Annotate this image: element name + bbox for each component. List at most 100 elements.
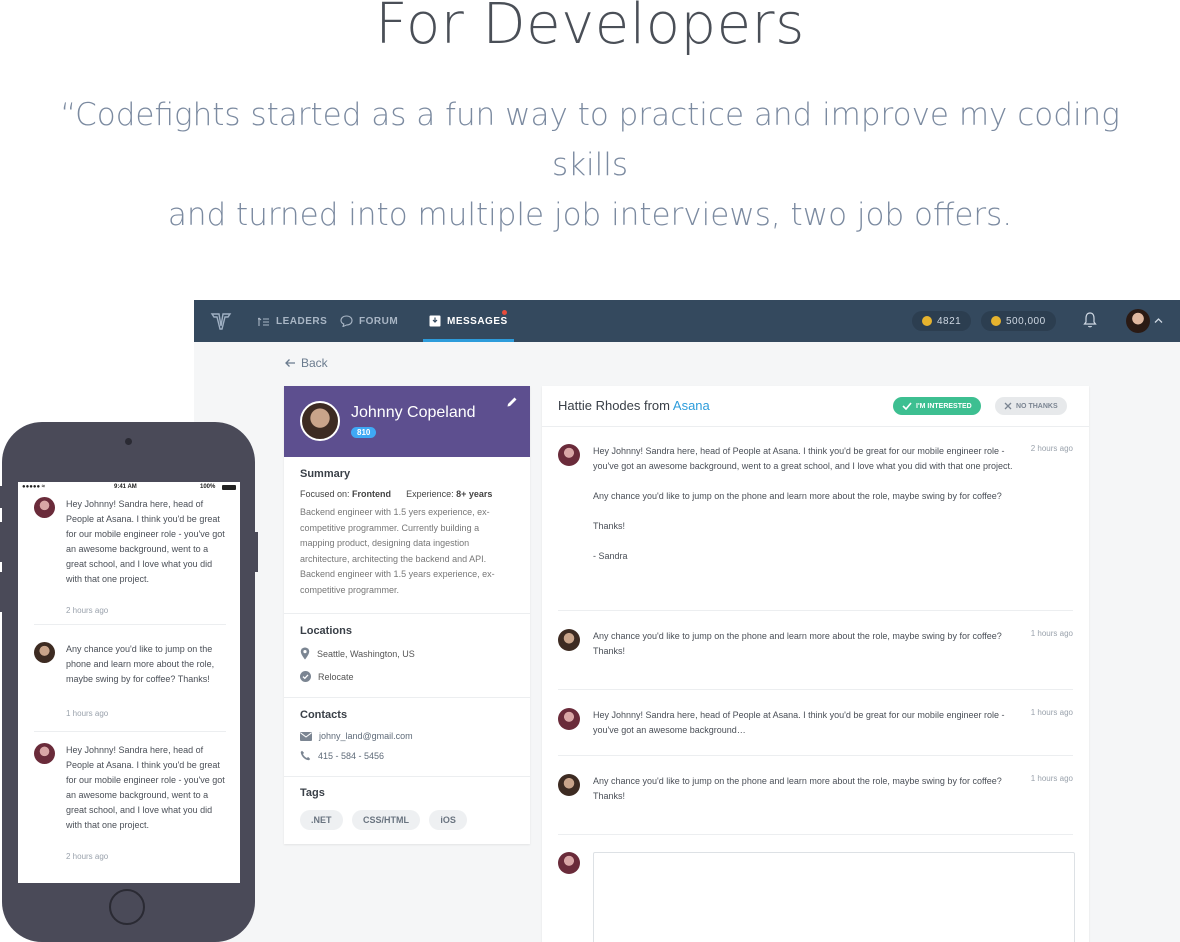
divider — [284, 613, 530, 614]
coins-counter[interactable]: 4821 — [912, 311, 972, 331]
nav-item-messages-label: MESSAGES — [447, 315, 508, 327]
message-text: Any chance you'd like to jump on the pho… — [593, 631, 1002, 656]
sender-company-link[interactable]: Asana — [673, 398, 710, 413]
phone-value[interactable]: 415 - 584 - 5456 — [318, 751, 384, 761]
phone-row[interactable]: 415 - 584 - 5456 — [300, 750, 514, 761]
phone-mockup: ●●●●● ≈ 9:41 AM 100% Hey Johnny! Sandra … — [0, 422, 258, 942]
message-thread-panel: Hattie Rhodes from Asana I'M INTERESTED … — [542, 386, 1089, 942]
back-link[interactable]: Back — [284, 356, 328, 370]
tags-heading: Tags — [300, 787, 325, 799]
nav-item-messages[interactable]: MESSAGES — [423, 300, 514, 342]
focused-value: Frontend — [352, 489, 392, 499]
recipient-avatar — [558, 629, 580, 651]
location-value: Seattle, Washington, US — [317, 648, 415, 659]
xp-icon — [991, 316, 1001, 326]
message-timestamp: 1 hours ago — [1030, 629, 1073, 638]
hero-quote-line-1: “Codefights started as a fun way to prac… — [60, 97, 1120, 183]
contacts-section: Contacts johny_land@gmail.com 415 - 584 … — [300, 709, 514, 761]
message-timestamp: 1 hours ago — [1030, 774, 1073, 783]
message-timestamp: 2 hours ago — [1030, 444, 1073, 453]
phone-home-button[interactable] — [109, 889, 145, 925]
phone-message-text: Any chance you'd like to jump on the pho… — [66, 644, 215, 684]
tag-ios[interactable]: iOS — [429, 810, 467, 830]
nav-item-forum[interactable]: FORUM — [340, 300, 398, 342]
divider — [284, 776, 530, 777]
message-text: Any chance you'd like to jump on the pho… — [593, 776, 1002, 801]
phone-message-divider — [34, 624, 226, 625]
experience-value: 8+ years — [456, 489, 493, 499]
phone-camera — [125, 438, 132, 445]
contacts-heading: Contacts — [300, 709, 348, 721]
edit-pencil-icon[interactable] — [506, 396, 518, 408]
phone-side-button — [0, 572, 2, 612]
divider — [284, 697, 530, 698]
top-navigation-bar: LEADERS FORUM MESSAGES 4821 500,000 — [194, 300, 1180, 342]
recipient-avatar — [558, 774, 580, 796]
xp-counter[interactable]: 500,000 — [981, 311, 1056, 331]
summary-section: Summary Focused on: Frontend Experience:… — [300, 468, 514, 598]
tag-css-html[interactable]: CSS/HTML — [351, 810, 420, 830]
phone-screen: ●●●●● ≈ 9:41 AM 100% Hey Johnny! Sandra … — [18, 482, 240, 883]
messages-icon — [429, 315, 441, 327]
message-divider — [558, 755, 1073, 756]
message-divider — [558, 834, 1073, 835]
current-user-avatar — [558, 852, 580, 874]
thread-header: Hattie Rhodes from Asana — [558, 398, 710, 413]
tags-section: Tags .NET CSS/HTML iOS — [300, 787, 514, 830]
forum-icon — [340, 315, 353, 327]
phone-side-button — [0, 486, 2, 508]
profile-header: Johnny Copeland 810 — [284, 386, 530, 457]
bell-icon[interactable] — [1083, 311, 1097, 329]
phone-icon — [300, 750, 311, 761]
sender-avatar — [34, 743, 55, 764]
message-text: Hey Johnny! Sandra here, head of People … — [593, 446, 1013, 561]
relocate-value: Relocate — [318, 671, 354, 682]
sender-avatar — [558, 708, 580, 730]
no-thanks-button[interactable]: NO THANKS — [995, 397, 1067, 415]
phone-message-timestamp: 2 hours ago — [66, 606, 109, 615]
email-value[interactable]: johny_land@gmail.com — [319, 731, 413, 741]
recipient-avatar — [34, 642, 55, 663]
locations-section: Locations Seattle, Washington, US Reloca… — [300, 625, 514, 682]
email-row[interactable]: johny_land@gmail.com — [300, 731, 514, 741]
profile-avatar — [300, 401, 340, 441]
relocate-row: Relocate — [300, 671, 514, 682]
message-timestamp: 1 hours ago — [1030, 708, 1073, 717]
check-circle-icon — [300, 671, 311, 682]
signal-icon: ●●●●● ≈ — [22, 484, 46, 490]
envelope-icon — [300, 731, 312, 741]
profile-level-badge: 810 — [351, 427, 377, 438]
experience-label: Experience: — [406, 489, 454, 499]
candidate-profile-card: Johnny Copeland 810 Summary Focused on: … — [284, 386, 530, 844]
back-label: Back — [301, 356, 328, 370]
hero-quote-line-2: and turned into multiple job interviews,… — [167, 197, 1013, 233]
coins-value: 4821 — [937, 315, 962, 327]
hero-title: For Developers — [375, 0, 805, 57]
summary-heading: Summary — [300, 468, 351, 480]
user-avatar[interactable] — [1126, 309, 1150, 333]
phone-message-divider — [34, 731, 226, 732]
close-icon — [1004, 402, 1012, 410]
location-row: Seattle, Washington, US — [300, 647, 514, 660]
codefights-logo-icon[interactable] — [210, 310, 232, 332]
interested-button[interactable]: I'M INTERESTED — [893, 397, 981, 415]
message-divider — [558, 610, 1073, 611]
messages-unread-dot — [502, 310, 507, 315]
status-time: 9:41 AM — [114, 484, 137, 490]
map-pin-icon — [300, 647, 310, 660]
sender-name: Hattie Rhodes from — [558, 398, 670, 413]
chevron-up-icon[interactable] — [1154, 317, 1163, 324]
phone-message-text: Hey Johnny! Sandra here, head of People … — [66, 499, 225, 584]
phone-message-text: Hey Johnny! Sandra here, head of People … — [66, 745, 225, 830]
header-divider — [542, 426, 1089, 427]
coin-icon — [922, 316, 932, 326]
summary-text: Backend engineer with 1.5 yers experienc… — [300, 507, 495, 595]
arrow-left-icon — [285, 359, 295, 367]
tag-dotnet[interactable]: .NET — [300, 810, 343, 830]
message-divider — [558, 689, 1073, 690]
reply-textarea[interactable] — [593, 852, 1075, 942]
focused-label: Focused on: — [300, 489, 350, 499]
nav-item-leaders[interactable]: LEADERS — [258, 300, 327, 342]
checkmark-icon — [902, 402, 912, 410]
phone-message-timestamp: 1 hours ago — [66, 709, 109, 718]
